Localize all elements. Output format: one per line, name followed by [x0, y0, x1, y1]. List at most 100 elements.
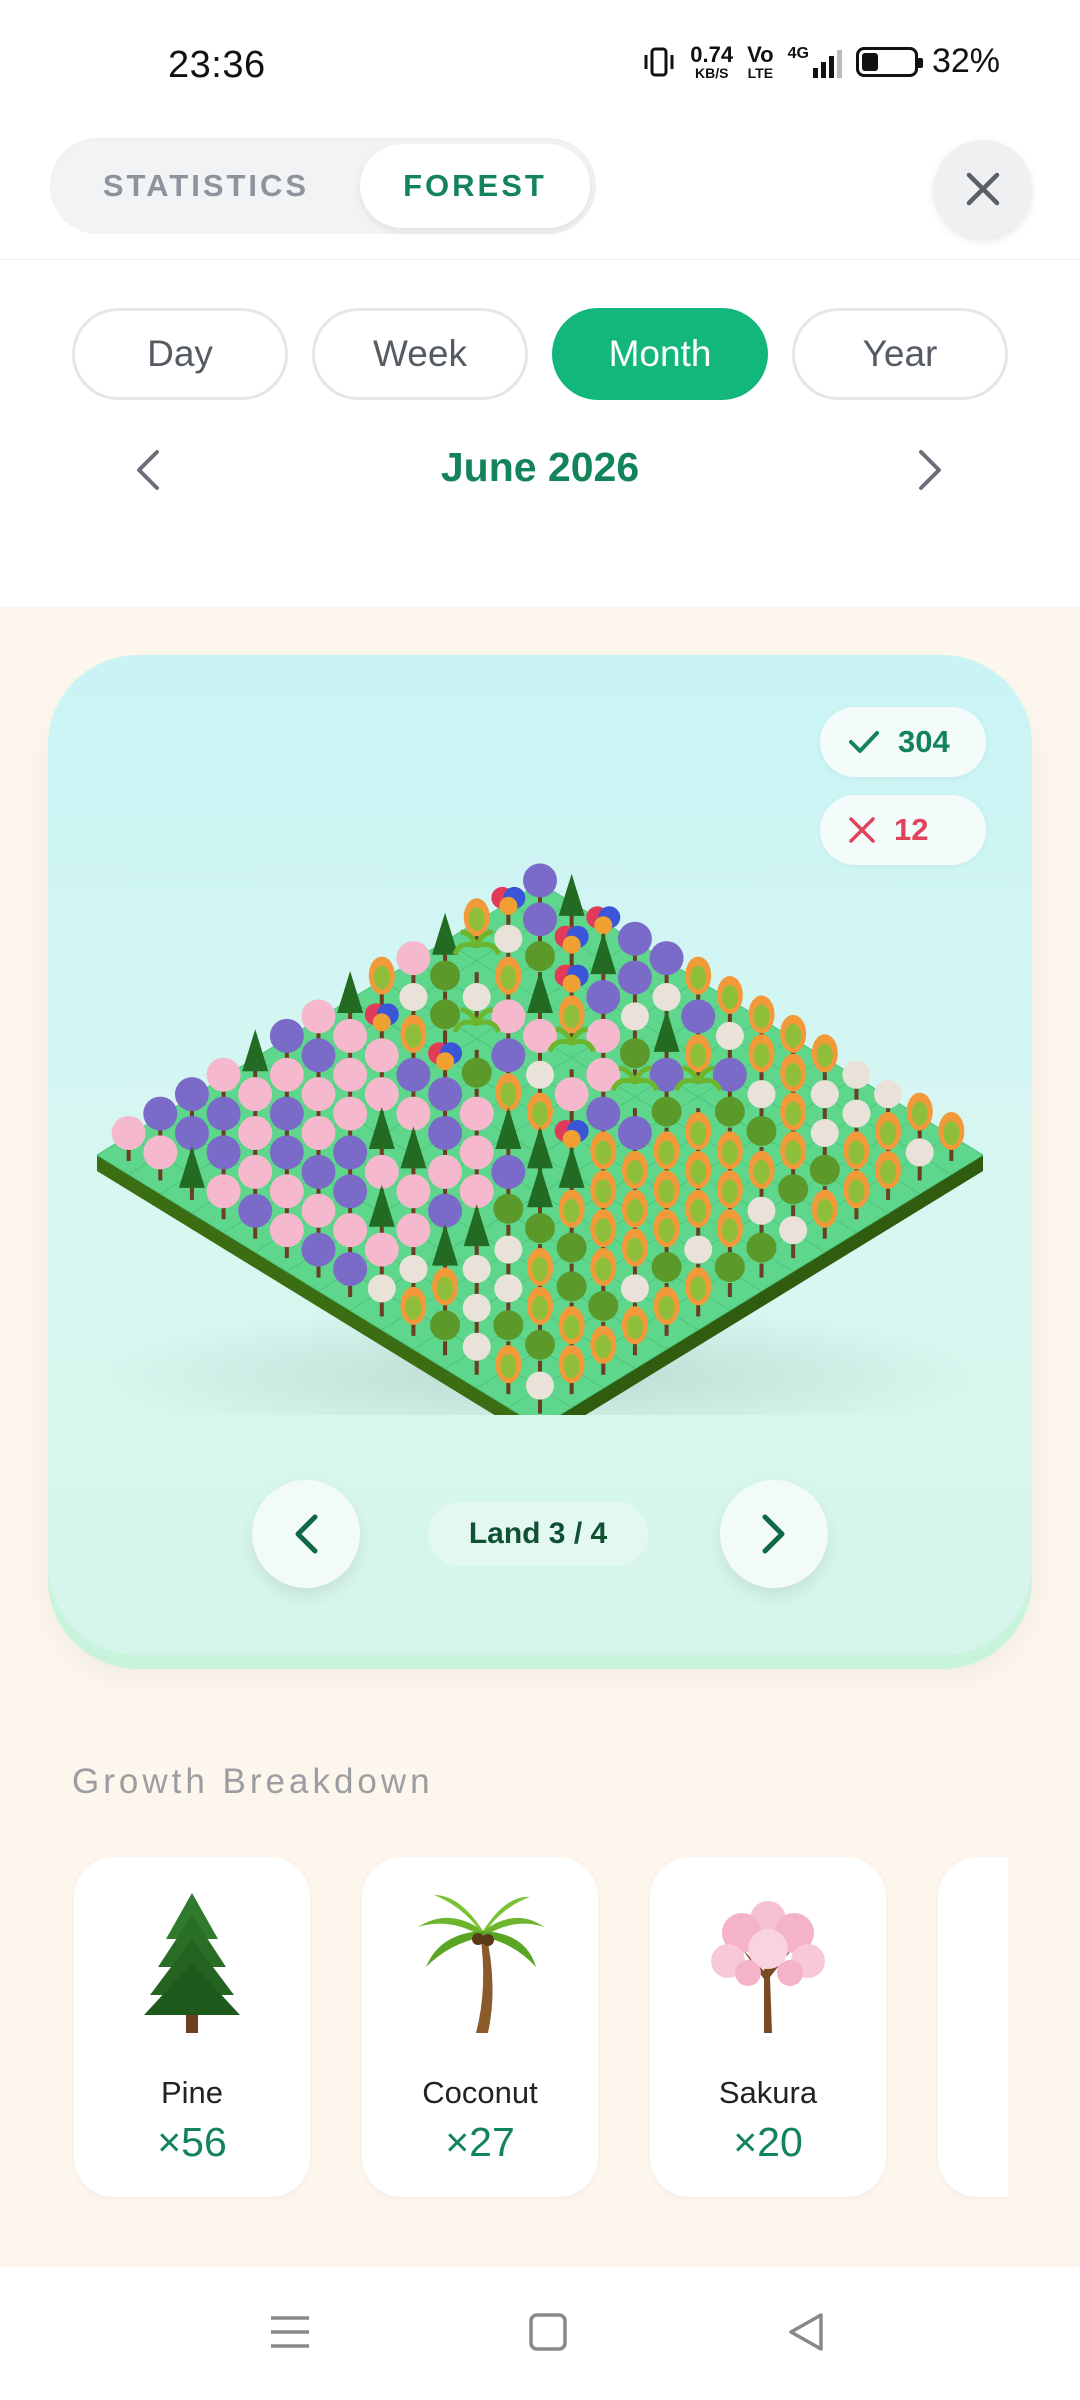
rainbow-tree-mark — [372, 1013, 391, 1032]
oak-tree-mark — [714, 1096, 745, 1127]
sakura-tree-mark — [269, 1057, 304, 1092]
jacaranda-tree-mark — [617, 921, 652, 956]
prev-land-button[interactable] — [252, 1480, 360, 1588]
white-tree-mark — [842, 1060, 871, 1089]
oak-tree-mark — [619, 1038, 650, 1069]
tree-trunk — [474, 1360, 479, 1375]
maple-tree-inner — [563, 1315, 580, 1340]
jacaranda-tree-mark — [523, 902, 557, 937]
period-week[interactable]: Week — [312, 308, 528, 400]
maple-tree-inner — [785, 1140, 802, 1165]
forest-land-illustration — [96, 863, 984, 1415]
sakura-tree-mark — [143, 1135, 178, 1170]
tree-card-pine[interactable]: Pine ×56 — [74, 1857, 310, 2197]
maple-tree-inner — [721, 985, 738, 1009]
maple-tree-inner — [911, 1101, 928, 1126]
period-day[interactable]: Day — [72, 308, 288, 400]
jacaranda-tree-mark — [428, 1077, 463, 1112]
jacaranda-tree-mark — [143, 1096, 178, 1131]
white-tree-mark — [652, 983, 681, 1011]
jacaranda-tree-mark — [238, 1193, 273, 1228]
menu-button[interactable] — [260, 2307, 320, 2357]
maple-tree-inner — [626, 1237, 643, 1262]
next-month-button[interactable] — [900, 440, 960, 500]
sakura-tree-mark — [396, 1096, 431, 1131]
sakura-tree-mark — [364, 1232, 399, 1267]
oak-tree-mark — [588, 1290, 619, 1321]
white-tree-mark — [494, 1274, 523, 1303]
white-tree-mark — [810, 1080, 839, 1109]
maple-tree-inner — [595, 1218, 612, 1243]
month-navigator: June 2026 — [0, 432, 1080, 512]
period-year[interactable]: Year — [792, 308, 1008, 400]
tree-trunk — [727, 1283, 732, 1297]
oak-tree-mark — [525, 1213, 555, 1244]
jacaranda-tree-mark — [617, 1116, 652, 1150]
maple-tree-inner — [721, 1179, 738, 1204]
system-navigation-bar — [0, 2267, 1080, 2400]
battery-percent: 32% — [931, 42, 1000, 80]
oak-tree-mark — [778, 1174, 809, 1205]
forest-card: 304 12 Land 3 / 4 — [48, 655, 1032, 1655]
sakura-tree-mark — [333, 1057, 368, 1092]
maple-tree-inner — [721, 1140, 738, 1165]
maple-tree-inner — [848, 1140, 865, 1165]
oak-tree-mark — [525, 1329, 555, 1360]
tree-trunk — [538, 1399, 542, 1414]
white-tree-mark — [715, 1021, 744, 1050]
white-tree-mark — [462, 983, 491, 1011]
close-button[interactable] — [934, 140, 1032, 238]
maple-tree-inner — [753, 1004, 770, 1029]
home-button[interactable] — [518, 2307, 578, 2357]
tree-card-coconut[interactable]: Coconut ×27 — [362, 1857, 598, 2197]
tree-card-sakura[interactable]: Sakura ×20 — [650, 1857, 886, 2197]
maple-tree-inner — [658, 1295, 675, 1320]
chevron-right-icon — [919, 450, 941, 490]
pine-tree-mark — [242, 1029, 269, 1072]
tree-card-partial[interactable] — [938, 1857, 1008, 2197]
period-month[interactable]: Month — [552, 308, 768, 400]
white-tree-mark — [684, 1235, 713, 1264]
tree-trunk — [569, 913, 574, 928]
maple-tree-inner — [595, 1334, 612, 1359]
signal-bars-icon — [812, 48, 842, 78]
rainbow-tree-mark — [562, 1130, 581, 1148]
sakura-tree-mark — [206, 1174, 241, 1209]
jacaranda-tree-mark — [206, 1096, 241, 1131]
period-selector: Day Week Month Year June 2026 — [0, 262, 1080, 607]
back-triangle-icon — [789, 2313, 823, 2351]
growth-breakdown-title: Growth Breakdown — [72, 1762, 434, 1801]
tree-trunk — [443, 1341, 448, 1356]
maple-tree-inner — [690, 1276, 707, 1301]
tree-trunk — [917, 1166, 922, 1181]
tab-statistics[interactable]: STATISTICS — [56, 144, 356, 228]
sakura-tree-mark — [238, 1116, 273, 1150]
white-tree-mark — [842, 1099, 871, 1128]
oak-tree-mark — [809, 1154, 840, 1185]
white-tree-mark — [526, 1371, 554, 1400]
white-tree-mark — [874, 1080, 903, 1109]
sakura-tree-mark — [333, 1096, 368, 1131]
jacaranda-tree-mark — [333, 1174, 368, 1209]
next-land-button[interactable] — [720, 1480, 828, 1588]
maple-tree-inner — [785, 1062, 802, 1087]
maple-tree-inner — [437, 1276, 454, 1301]
jacaranda-tree-mark — [174, 1116, 209, 1150]
growth-breakdown-list: Pine ×56 Coconut ×27 Sakura ×20 — [72, 1857, 1008, 2202]
sakura-tree-mark — [554, 1077, 589, 1112]
jacaranda-tree-mark — [269, 1135, 304, 1170]
status-bar: 23:36 0.74 KB/S Vo LTE 4G 32% — [0, 0, 1080, 130]
maple-tree-inner — [848, 1179, 865, 1204]
jacaranda-tree-mark — [491, 1154, 526, 1189]
jacaranda-tree-mark — [301, 1038, 336, 1073]
tab-forest[interactable]: FOREST — [360, 144, 590, 228]
pine-tree-mark — [432, 912, 459, 955]
oak-tree-mark — [556, 1271, 587, 1302]
maple-tree-inner — [690, 1159, 707, 1184]
oak-tree-mark — [714, 1252, 745, 1282]
back-button[interactable] — [776, 2307, 836, 2357]
maple-tree-inner — [690, 1121, 707, 1145]
sakura-tree-mark — [301, 1193, 336, 1228]
sakura-tree-mark — [364, 1154, 399, 1189]
maple-tree-inner — [563, 1198, 580, 1223]
